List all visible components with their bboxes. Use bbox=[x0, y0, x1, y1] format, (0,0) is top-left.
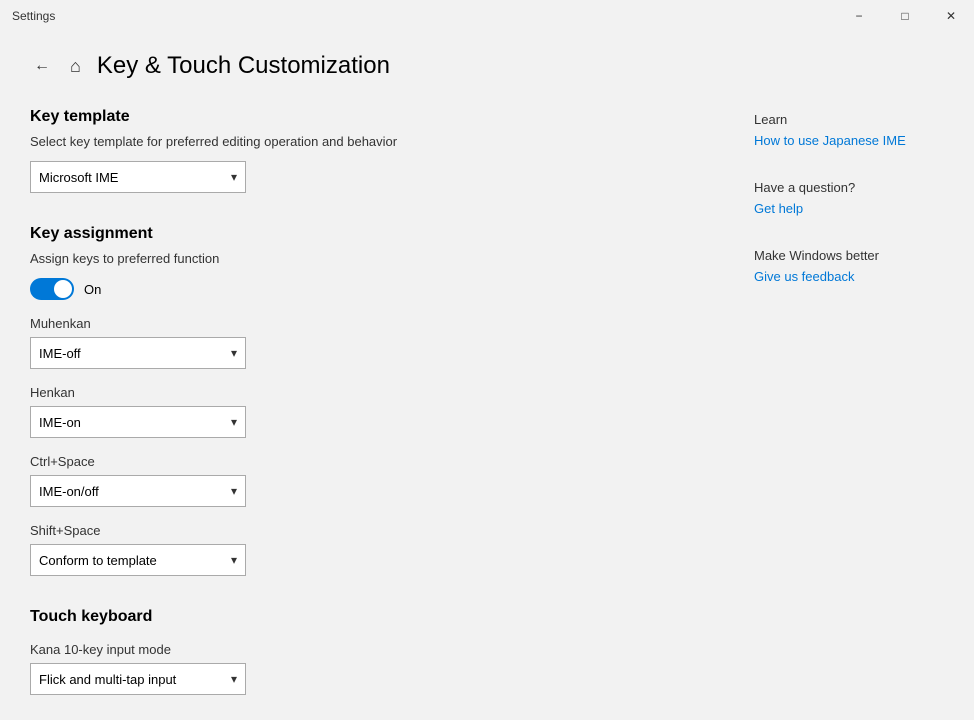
title-bar: Settings − □ ✕ bbox=[0, 0, 974, 32]
title-bar-title: Settings bbox=[12, 9, 55, 23]
close-button[interactable]: ✕ bbox=[928, 0, 974, 32]
sidebar-question-heading: Have a question? bbox=[754, 180, 954, 195]
muhenkan-dropdown[interactable]: IME-off ▾ bbox=[30, 337, 246, 369]
toggle-label: On bbox=[84, 282, 101, 297]
ctrl-space-dropdown[interactable]: IME-on/off ▾ bbox=[30, 475, 246, 507]
sidebar-learn: Learn How to use Japanese IME bbox=[754, 112, 954, 148]
home-icon[interactable]: ⌂ bbox=[70, 56, 81, 77]
title-bar-left: Settings bbox=[12, 9, 55, 23]
title-bar-controls: − □ ✕ bbox=[836, 0, 974, 32]
key-assignment-heading: Key assignment bbox=[30, 225, 694, 243]
kana-chevron: ▾ bbox=[231, 672, 237, 686]
kana-label: Kana 10-key input mode bbox=[30, 642, 694, 657]
henkan-value: IME-on bbox=[39, 415, 81, 430]
sidebar-learn-link[interactable]: How to use Japanese IME bbox=[754, 133, 954, 148]
main-content: ← ⌂ Key & Touch Customization Key templa… bbox=[0, 32, 734, 720]
sidebar-learn-heading: Learn bbox=[754, 112, 954, 127]
henkan-label: Henkan bbox=[30, 385, 694, 400]
sidebar-feedback: Make Windows better Give us feedback bbox=[754, 248, 954, 284]
key-template-section: Key template Select key template for pre… bbox=[30, 108, 694, 193]
assign-label: Assign keys to preferred function bbox=[30, 251, 694, 266]
minimize-button[interactable]: − bbox=[836, 0, 882, 32]
sidebar-question: Have a question? Get help bbox=[754, 180, 954, 216]
page-header: ← ⌂ Key & Touch Customization bbox=[30, 52, 694, 80]
key-template-dropdown[interactable]: Microsoft IME ▾ bbox=[30, 161, 246, 193]
touch-keyboard-section: Touch keyboard Kana 10-key input mode Fl… bbox=[30, 608, 694, 695]
key-assignment-section: Key assignment Assign keys to preferred … bbox=[30, 225, 694, 576]
key-template-heading: Key template bbox=[30, 108, 694, 126]
muhenkan-chevron: ▾ bbox=[231, 346, 237, 360]
shift-space-value: Conform to template bbox=[39, 553, 157, 568]
maximize-button[interactable]: □ bbox=[882, 0, 928, 32]
muhenkan-value: IME-off bbox=[39, 346, 81, 361]
key-template-dropdown-chevron: ▾ bbox=[231, 170, 237, 184]
ctrl-space-label: Ctrl+Space bbox=[30, 454, 694, 469]
ctrl-space-chevron: ▾ bbox=[231, 484, 237, 498]
henkan-dropdown[interactable]: IME-on ▾ bbox=[30, 406, 246, 438]
ctrl-space-value: IME-on/off bbox=[39, 484, 99, 499]
shift-space-dropdown[interactable]: Conform to template ▾ bbox=[30, 544, 246, 576]
key-template-dropdown-value: Microsoft IME bbox=[39, 170, 118, 185]
content-area: ← ⌂ Key & Touch Customization Key templa… bbox=[0, 32, 974, 720]
toggle-row: On bbox=[30, 278, 694, 300]
sidebar: Learn How to use Japanese IME Have a que… bbox=[734, 32, 974, 720]
henkan-chevron: ▾ bbox=[231, 415, 237, 429]
key-template-description: Select key template for preferred editin… bbox=[30, 134, 694, 149]
touch-keyboard-heading: Touch keyboard bbox=[30, 608, 694, 626]
shift-space-label: Shift+Space bbox=[30, 523, 694, 538]
page-title: Key & Touch Customization bbox=[97, 52, 390, 80]
toggle-switch[interactable] bbox=[30, 278, 74, 300]
sidebar-feedback-link[interactable]: Give us feedback bbox=[754, 269, 954, 284]
back-button[interactable]: ← bbox=[30, 53, 54, 79]
toggle-thumb bbox=[54, 280, 72, 298]
muhenkan-label: Muhenkan bbox=[30, 316, 694, 331]
kana-dropdown[interactable]: Flick and multi-tap input ▾ bbox=[30, 663, 246, 695]
shift-space-chevron: ▾ bbox=[231, 553, 237, 567]
kana-value: Flick and multi-tap input bbox=[39, 672, 176, 687]
sidebar-question-link[interactable]: Get help bbox=[754, 201, 954, 216]
sidebar-feedback-heading: Make Windows better bbox=[754, 248, 954, 263]
